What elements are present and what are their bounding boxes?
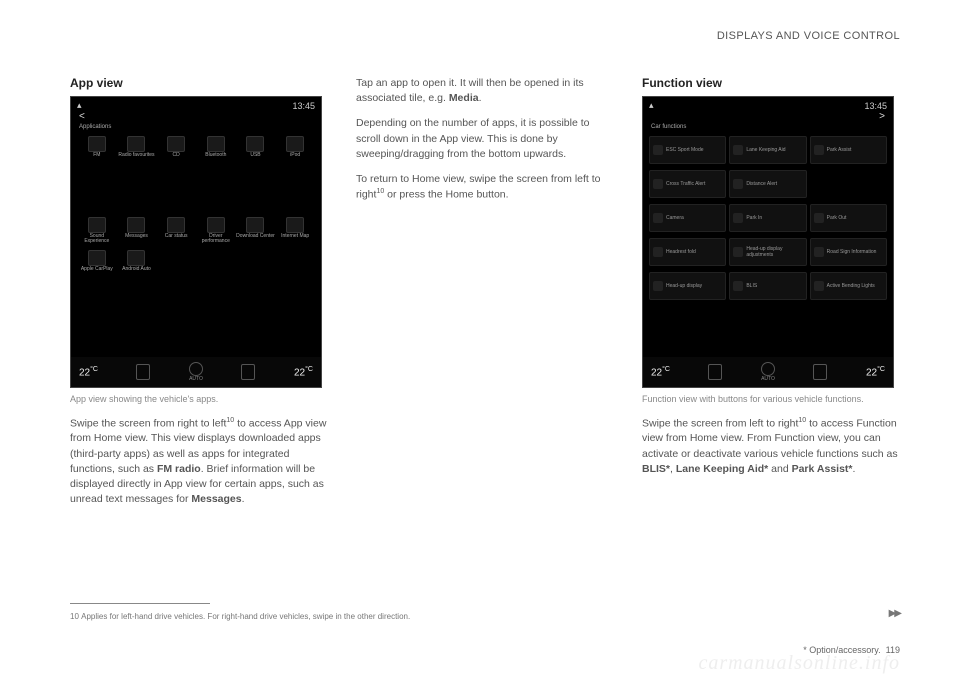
app-view-paragraph: Swipe the screen from right to left10 to…: [70, 416, 328, 508]
function-view-title: Function view: [642, 76, 900, 90]
function-view-paragraph: Swipe the screen from left to right10 to…: [642, 416, 900, 477]
app-view-screenshot: ▴ 13:45 < Applications FM Radio favourit…: [70, 96, 322, 388]
signal-icon: ▴: [649, 100, 654, 111]
app-view-title: App view: [70, 76, 328, 90]
app-carstatus: Car status: [156, 215, 196, 244]
clock: 13:45: [864, 101, 887, 111]
func-esc: ESC Sport Mode: [649, 136, 726, 164]
column-function-view: Function view ▴ 13:45 > Car functions ES…: [642, 76, 900, 518]
clock: 13:45: [292, 101, 315, 111]
column-middle: Tap an app to open it. It will then be o…: [356, 76, 614, 518]
temp-left: 22°C: [79, 366, 98, 378]
func-cta: Cross Traffic Alert: [649, 170, 726, 198]
function-view-screenshot: ▴ 13:45 > Car functions ESC Sport Mode L…: [642, 96, 894, 388]
column-app-view: App view ▴ 13:45 < Applications FM Radio…: [70, 76, 328, 518]
auto-label: AUTO: [189, 376, 203, 382]
climate-bar: 22°C AUTO 22°C: [71, 357, 321, 387]
func-abl: Active Bending Lights: [810, 272, 887, 300]
app-androidauto: Android Auto: [117, 248, 157, 277]
func-lane: Lane Keeping Aid: [729, 136, 806, 164]
back-chevron: <: [71, 111, 321, 122]
seat-right-icon: [813, 364, 827, 380]
temp-right: 22°C: [866, 366, 885, 378]
apps-subheader: Applications: [71, 122, 321, 132]
funcs-subheader: Car functions: [643, 122, 893, 132]
func-parkin: Park In: [729, 204, 806, 232]
func-grid: ESC Sport Mode Lane Keeping Aid Park Ass…: [643, 132, 893, 304]
app-sound: Sound Experience: [77, 215, 117, 244]
fan-icon: [761, 362, 775, 376]
app-messages: Messages: [117, 215, 157, 244]
climate-bar: 22°C AUTO 22°C: [643, 357, 893, 387]
auto-label: AUTO: [761, 376, 775, 382]
watermark: carmanualsonline.info: [698, 652, 900, 675]
func-headrest: Headrest fold: [649, 238, 726, 266]
app-download: Download Center: [236, 215, 276, 244]
apps-row-1: FM Radio favourites CD Bluetooth USB iPo…: [71, 132, 321, 165]
app-fm: FM: [77, 134, 117, 163]
footnote-rule: [70, 603, 210, 604]
mid-para-3: To return to Home view, swipe the screen…: [356, 172, 614, 203]
app-cd: CD: [156, 134, 196, 163]
func-hud-adj: Head-up display adjustments: [729, 238, 806, 266]
page-header: DISPLAYS AND VOICE CONTROL: [717, 30, 900, 42]
apps-row-2: Sound Experience Messages Car status Dri…: [71, 213, 321, 246]
function-view-caption: Function view with buttons for various v…: [642, 394, 900, 406]
seat-left-icon: [708, 364, 722, 380]
app-driverperf: Driver performance: [196, 215, 236, 244]
app-carplay: Apple CarPlay: [77, 248, 117, 277]
temp-right: 22°C: [294, 366, 313, 378]
forward-chevron: >: [643, 111, 893, 122]
app-bluetooth: Bluetooth: [196, 134, 236, 163]
func-park-assist: Park Assist: [810, 136, 887, 164]
content-columns: App view ▴ 13:45 < Applications FM Radio…: [0, 0, 960, 518]
fan-icon: [189, 362, 203, 376]
app-usb: USB: [236, 134, 276, 163]
func-hud: Head-up display: [649, 272, 726, 300]
mid-para-1: Tap an app to open it. It will then be o…: [356, 76, 614, 106]
func-distance: Distance Alert: [729, 170, 806, 198]
apps-row-3: Apple CarPlay Android Auto: [71, 246, 321, 279]
app-view-caption: App view showing the vehicle's apps.: [70, 394, 328, 406]
func-parkout: Park Out: [810, 204, 887, 232]
temp-left: 22°C: [651, 366, 670, 378]
func-camera: Camera: [649, 204, 726, 232]
app-ipod: iPod: [275, 134, 315, 163]
footnote: 10 Applies for left-hand drive vehicles.…: [70, 612, 410, 621]
func-rsi: Road Sign Information: [810, 238, 887, 266]
app-radio-fav: Radio favourites: [117, 134, 157, 163]
seat-left-icon: [136, 364, 150, 380]
continue-arrows-icon: ▶▶: [889, 608, 900, 619]
seat-right-icon: [241, 364, 255, 380]
app-internetmap: Internet Map: [275, 215, 315, 244]
signal-icon: ▴: [77, 100, 82, 111]
page-footer: * Option/accessory. 119: [803, 645, 900, 655]
func-blis: BLIS: [729, 272, 806, 300]
mid-para-2: Depending on the number of apps, it is p…: [356, 116, 614, 162]
